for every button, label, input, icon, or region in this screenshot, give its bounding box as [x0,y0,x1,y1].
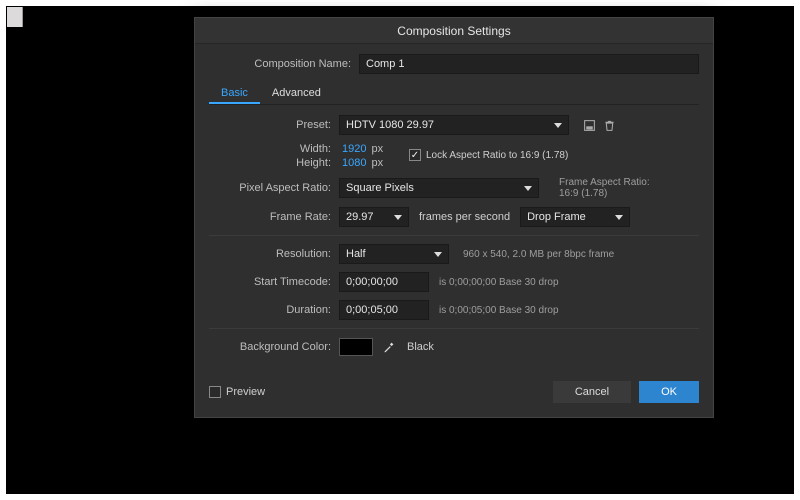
par-row: Pixel Aspect Ratio: Square Pixels Frame … [209,177,699,199]
tab-advanced[interactable]: Advanced [260,82,333,104]
preset-select[interactable]: HDTV 1080 29.97 [339,115,569,135]
chevron-down-icon [524,186,532,191]
far-label: Frame Aspect Ratio: [559,177,650,188]
dropframe-value: Drop Frame [527,208,586,226]
par-label: Pixel Aspect Ratio: [209,182,339,194]
comp-name-input[interactable]: Comp 1 [359,54,699,74]
tabs: Basic Advanced [209,82,699,105]
composition-settings-dialog: Composition Settings Composition Name: C… [194,17,714,418]
lock-aspect-row: ✓ Lock Aspect Ratio to 16:9 (1.78) [409,149,568,161]
bg-color-name: Black [407,341,434,353]
duration-label: Duration: [209,304,339,316]
height-value[interactable]: 1080 [342,157,366,169]
comp-name-label: Composition Name: [209,58,359,70]
duration-row: Duration: 0;00;05;00 is 0;00;05;00 Base … [209,300,699,320]
trash-icon [603,119,616,132]
framerate-row: Frame Rate: 29.97 frames per second Drop… [209,207,699,227]
start-tc-input[interactable]: 0;00;00;00 [339,272,429,292]
preset-row: Preset: HDTV 1080 29.97 [209,115,699,135]
start-tc-row: Start Timecode: 0;00;00;00 is 0;00;00;00… [209,272,699,292]
dialog-footer: ✓ Preview Cancel OK [195,371,713,417]
res-label: Resolution: [209,248,339,260]
tab-basic[interactable]: Basic [209,82,260,104]
bg-color-row: Background Color: Black [209,337,699,357]
dropframe-select[interactable]: Drop Frame [520,207,630,227]
eyedropper-button[interactable] [379,337,399,357]
dialog-body: Composition Name: Comp 1 Basic Advanced … [195,44,713,371]
start-tc-label: Start Timecode: [209,276,339,288]
height-unit: px [371,157,383,169]
button-group: Cancel OK [553,381,699,403]
width-label: Width: [209,143,339,155]
height-label: Height: [209,157,339,169]
duration-info: is 0;00;05;00 Base 30 drop [439,305,559,316]
resolution-row: Resolution: Half 960 x 540, 2.0 MB per 8… [209,244,699,264]
width-value[interactable]: 1920 [342,143,366,155]
lock-aspect-checkbox[interactable]: ✓ [409,149,421,161]
height-row: Height: 1080 px ✓ Lock Aspect Ratio to 1… [209,157,699,169]
frame-aspect-info: Frame Aspect Ratio: 16:9 (1.78) [559,177,650,199]
chevron-down-icon [394,215,402,220]
par-select[interactable]: Square Pixels [339,178,539,198]
duration-input[interactable]: 0;00;05;00 [339,300,429,320]
res-info: 960 x 540, 2.0 MB per 8bpc frame [463,249,614,260]
preview-group: ✓ Preview [209,386,265,398]
width-unit: px [371,143,383,155]
res-select[interactable]: Half [339,244,449,264]
start-tc-info: is 0;00;00;00 Base 30 drop [439,277,559,288]
far-value: 16:9 (1.78) [559,188,650,199]
save-preset-icon [583,119,596,132]
divider [209,235,699,236]
chevron-down-icon [615,215,623,220]
fr-value: 29.97 [346,208,374,226]
dialog-title: Composition Settings [195,18,713,44]
preview-label: Preview [226,386,265,398]
delete-preset-button[interactable] [599,115,619,135]
chevron-down-icon [434,252,442,257]
fr-label: Frame Rate: [209,211,339,223]
preset-value: HDTV 1080 29.97 [346,116,434,134]
chevron-down-icon [554,123,562,128]
preview-checkbox[interactable]: ✓ [209,386,221,398]
lock-aspect-label: Lock Aspect Ratio to 16:9 (1.78) [426,150,568,161]
comp-name-row: Composition Name: Comp 1 [209,54,699,74]
left-app-strip [7,7,23,27]
bg-label: Background Color: [209,341,339,353]
save-preset-button[interactable] [579,115,599,135]
bg-color-swatch[interactable] [339,338,373,356]
divider [209,328,699,329]
par-value: Square Pixels [346,179,414,197]
eyedropper-icon [382,340,396,354]
fps-label: frames per second [419,211,510,223]
ok-button[interactable]: OK [639,381,699,403]
fr-select[interactable]: 29.97 [339,207,409,227]
app-frame: Composition Settings Composition Name: C… [6,6,794,494]
preset-label: Preset: [209,119,339,131]
res-value: Half [346,245,366,263]
cancel-button[interactable]: Cancel [553,381,631,403]
